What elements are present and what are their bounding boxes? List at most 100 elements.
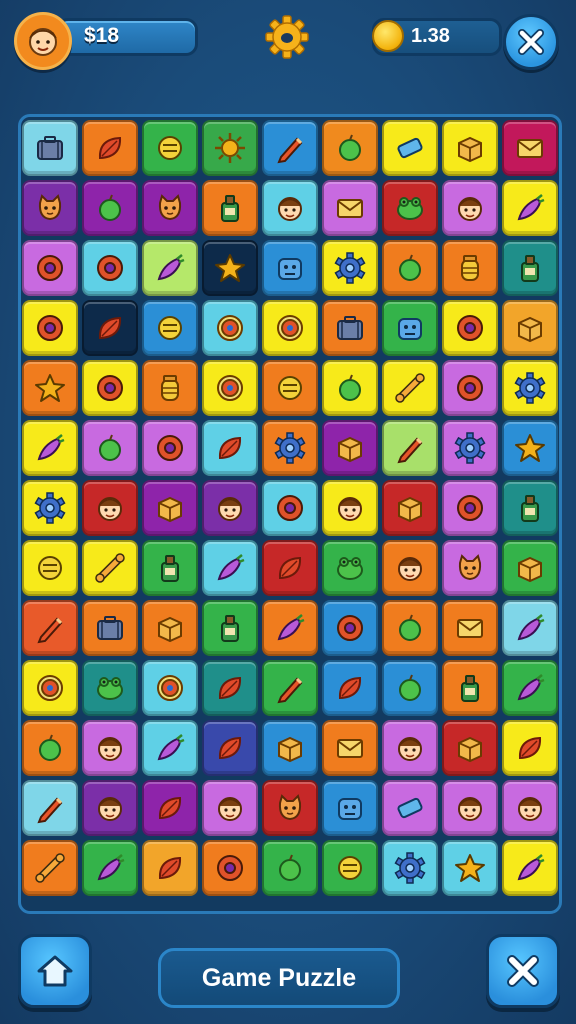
- puzzle-tile[interactable]: [142, 360, 198, 416]
- puzzle-tile[interactable]: [382, 720, 438, 776]
- puzzle-tile[interactable]: [382, 780, 438, 836]
- puzzle-tile[interactable]: [322, 180, 378, 236]
- puzzle-tile[interactable]: [22, 240, 78, 296]
- puzzle-tile[interactable]: [502, 540, 558, 596]
- puzzle-tile[interactable]: [82, 840, 138, 896]
- puzzle-tile[interactable]: [82, 300, 138, 356]
- puzzle-tile[interactable]: [262, 120, 318, 176]
- puzzle-tile[interactable]: [442, 540, 498, 596]
- puzzle-tile[interactable]: [442, 780, 498, 836]
- puzzle-tile[interactable]: [202, 420, 258, 476]
- puzzle-tile[interactable]: [202, 660, 258, 716]
- puzzle-tile[interactable]: [142, 600, 198, 656]
- puzzle-tile[interactable]: [82, 120, 138, 176]
- puzzle-tile[interactable]: [202, 480, 258, 536]
- puzzle-tile[interactable]: [202, 180, 258, 236]
- puzzle-tile[interactable]: [322, 660, 378, 716]
- puzzle-tile[interactable]: [82, 240, 138, 296]
- puzzle-tile[interactable]: [142, 720, 198, 776]
- puzzle-tile[interactable]: [442, 720, 498, 776]
- puzzle-tile[interactable]: [442, 480, 498, 536]
- puzzle-tile[interactable]: [262, 180, 318, 236]
- puzzle-tile[interactable]: [382, 240, 438, 296]
- puzzle-tile[interactable]: [502, 240, 558, 296]
- puzzle-tile[interactable]: [382, 540, 438, 596]
- puzzle-tile[interactable]: [82, 660, 138, 716]
- puzzle-tile[interactable]: [22, 600, 78, 656]
- puzzle-tile[interactable]: [142, 540, 198, 596]
- puzzle-tile[interactable]: [322, 840, 378, 896]
- puzzle-tile[interactable]: [22, 300, 78, 356]
- puzzle-tile[interactable]: [442, 360, 498, 416]
- puzzle-tile[interactable]: [22, 840, 78, 896]
- puzzle-tile[interactable]: [382, 480, 438, 536]
- puzzle-tile[interactable]: [322, 600, 378, 656]
- puzzle-tile[interactable]: [382, 660, 438, 716]
- puzzle-tile[interactable]: [322, 300, 378, 356]
- puzzle-tile[interactable]: [142, 480, 198, 536]
- puzzle-tile[interactable]: [22, 780, 78, 836]
- puzzle-tile[interactable]: [202, 840, 258, 896]
- puzzle-tile[interactable]: [22, 420, 78, 476]
- puzzle-tile[interactable]: [262, 600, 318, 656]
- puzzle-tile[interactable]: [82, 180, 138, 236]
- puzzle-tile[interactable]: [262, 720, 318, 776]
- puzzle-tile[interactable]: [502, 600, 558, 656]
- puzzle-tile[interactable]: [502, 780, 558, 836]
- puzzle-tile[interactable]: [22, 360, 78, 416]
- puzzle-tile[interactable]: [382, 360, 438, 416]
- puzzle-tile[interactable]: [262, 300, 318, 356]
- puzzle-tile[interactable]: [322, 540, 378, 596]
- puzzle-tile[interactable]: [442, 240, 498, 296]
- puzzle-tile[interactable]: [322, 240, 378, 296]
- puzzle-tile[interactable]: [142, 660, 198, 716]
- puzzle-tile[interactable]: [202, 300, 258, 356]
- puzzle-tile[interactable]: [142, 840, 198, 896]
- puzzle-tile[interactable]: [442, 300, 498, 356]
- puzzle-tile[interactable]: [502, 360, 558, 416]
- puzzle-tile[interactable]: [82, 720, 138, 776]
- puzzle-tile[interactable]: [142, 420, 198, 476]
- puzzle-tile[interactable]: [202, 360, 258, 416]
- puzzle-tile[interactable]: [382, 300, 438, 356]
- puzzle-tile[interactable]: [382, 600, 438, 656]
- puzzle-tile[interactable]: [82, 600, 138, 656]
- puzzle-tile[interactable]: [502, 120, 558, 176]
- puzzle-tile[interactable]: [142, 780, 198, 836]
- puzzle-tile[interactable]: [502, 660, 558, 716]
- puzzle-tile[interactable]: [202, 780, 258, 836]
- puzzle-tile[interactable]: [262, 420, 318, 476]
- puzzle-tile[interactable]: [502, 480, 558, 536]
- puzzle-tile[interactable]: [202, 600, 258, 656]
- puzzle-tile[interactable]: [82, 420, 138, 476]
- puzzle-tile[interactable]: [142, 240, 198, 296]
- puzzle-tile[interactable]: [22, 120, 78, 176]
- puzzle-tile[interactable]: [322, 780, 378, 836]
- puzzle-tile[interactable]: [502, 720, 558, 776]
- puzzle-tile[interactable]: [322, 480, 378, 536]
- puzzle-tile[interactable]: [502, 840, 558, 896]
- puzzle-tile[interactable]: [82, 480, 138, 536]
- puzzle-tile[interactable]: [442, 120, 498, 176]
- puzzle-tile[interactable]: [22, 660, 78, 716]
- puzzle-tile[interactable]: [202, 540, 258, 596]
- puzzle-tile[interactable]: [442, 600, 498, 656]
- puzzle-tile[interactable]: [82, 540, 138, 596]
- puzzle-tile[interactable]: [382, 180, 438, 236]
- puzzle-tile[interactable]: [382, 840, 438, 896]
- puzzle-tile[interactable]: [262, 840, 318, 896]
- puzzle-tile[interactable]: [382, 120, 438, 176]
- puzzle-tile[interactable]: [502, 420, 558, 476]
- puzzle-tile[interactable]: [262, 360, 318, 416]
- puzzle-tile[interactable]: [322, 360, 378, 416]
- puzzle-tile[interactable]: [82, 780, 138, 836]
- home-button[interactable]: [18, 934, 92, 1008]
- puzzle-tile[interactable]: [442, 180, 498, 236]
- puzzle-tile[interactable]: [142, 300, 198, 356]
- puzzle-tile[interactable]: [442, 420, 498, 476]
- puzzle-tile[interactable]: [442, 840, 498, 896]
- puzzle-tile[interactable]: [322, 720, 378, 776]
- puzzle-tile[interactable]: [22, 720, 78, 776]
- puzzle-tile[interactable]: [22, 480, 78, 536]
- puzzle-tile[interactable]: [322, 120, 378, 176]
